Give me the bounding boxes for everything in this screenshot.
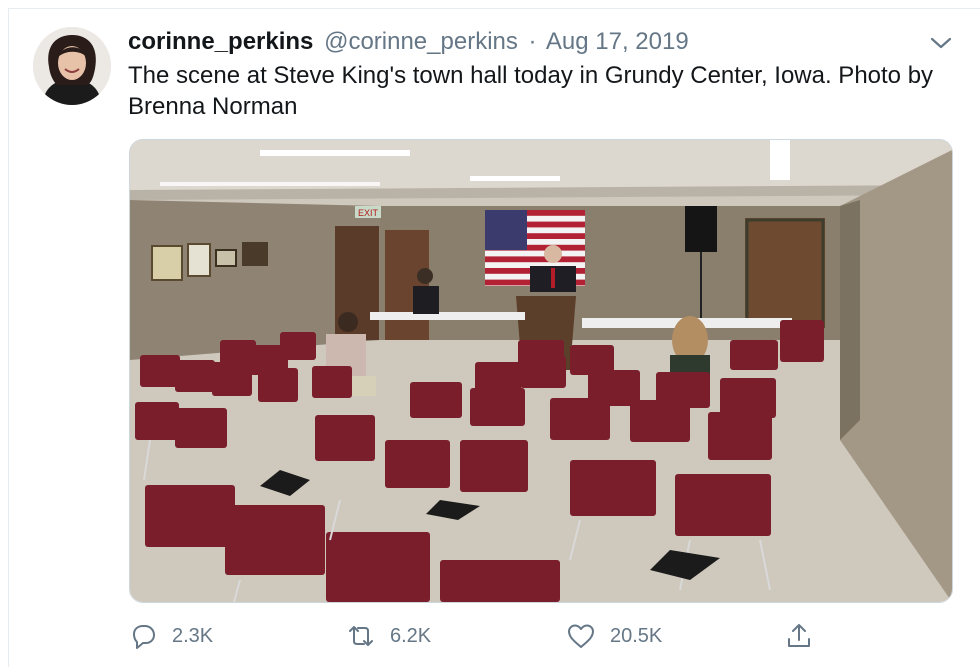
retweet-button[interactable]: 6.2K (346, 618, 431, 654)
tweet-text: The scene at Steve King's town hall toda… (128, 62, 934, 120)
author-name[interactable]: corinne_perkins (128, 28, 313, 55)
heart-icon (568, 624, 594, 648)
author-handle[interactable]: @corinne_perkins (324, 28, 518, 55)
retweet-icon (349, 626, 373, 646)
chevron-down-icon[interactable] (928, 32, 954, 54)
reply-icon (133, 625, 155, 649)
town-hall-photo: EXIT (130, 140, 952, 602)
avatar-image (33, 27, 111, 105)
reply-count: 2.3K (172, 624, 214, 647)
separator-dot: · (528, 28, 537, 55)
like-button[interactable]: 20.5K (566, 618, 662, 654)
tweet-actions: 2.3K 6.2K 20.5K (128, 618, 828, 654)
tweet-photo[interactable]: EXIT (129, 139, 953, 603)
reply-button[interactable]: 2.3K (128, 618, 213, 654)
share-icon (788, 624, 810, 647)
share-button[interactable] (784, 618, 814, 654)
tweet-header: corinne_perkins @corinne_perkins · Aug 1… (128, 27, 689, 57)
timeline-left-border (8, 8, 9, 667)
like-count: 20.5K (610, 624, 663, 647)
exit-sign: EXIT (358, 208, 379, 218)
avatar[interactable] (33, 27, 111, 105)
tweet-date[interactable]: Aug 17, 2019 (546, 28, 689, 55)
timeline-top-border (8, 8, 980, 9)
retweet-count: 6.2K (390, 624, 432, 647)
